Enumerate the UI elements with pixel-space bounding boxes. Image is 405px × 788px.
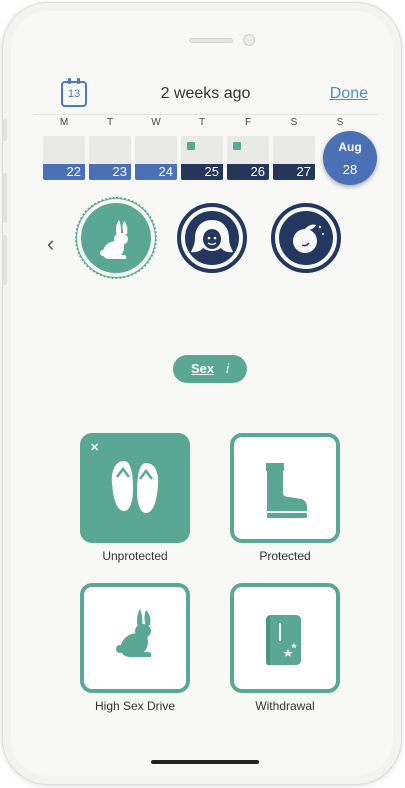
rabbit-icon — [100, 220, 128, 259]
rain-boot-icon — [266, 463, 307, 518]
book-icon — [266, 615, 301, 666]
day-date: 27 — [273, 164, 315, 180]
home-indicator[interactable] — [151, 760, 259, 764]
page-title: 2 weeks ago — [160, 85, 251, 102]
info-icon[interactable]: i — [226, 361, 229, 376]
flip-flops-icon — [111, 461, 159, 514]
day-letter: S — [336, 117, 344, 128]
day-saturday[interactable]: S 27 — [273, 117, 315, 181]
day-date: 24 — [135, 164, 177, 180]
option-label: High Sex Drive — [94, 699, 176, 713]
day-date: 23 — [89, 164, 131, 180]
day-monday[interactable]: M 22 — [43, 117, 85, 181]
selected-month: Aug — [338, 140, 362, 154]
day-letter: F — [244, 117, 252, 128]
day-letter: M — [59, 117, 69, 128]
volume-up-button — [3, 173, 7, 223]
category-symptoms[interactable] — [271, 203, 341, 273]
day-letter: T — [198, 117, 206, 128]
day-friday[interactable]: F 26 — [227, 117, 269, 181]
day-tuesday[interactable]: T 23 — [89, 117, 131, 181]
peach-icon — [293, 224, 324, 253]
day-wednesday[interactable]: W 24 — [135, 117, 177, 181]
day-box: 27 — [273, 136, 315, 180]
front-camera — [243, 34, 255, 46]
day-letter: S — [290, 117, 298, 128]
volume-down-button — [3, 235, 7, 285]
category-mood[interactable] — [177, 203, 247, 273]
hair-icon — [191, 220, 233, 253]
phone-frame: 13 2 weeks ago Done M 22 T 23 W 24 T 25 — [2, 2, 402, 785]
done-button[interactable]: Done — [330, 85, 368, 103]
section-label: Sex — [190, 361, 215, 376]
speaker-grille — [189, 38, 233, 43]
day-box: 22 — [43, 136, 85, 180]
logged-marker — [233, 142, 241, 150]
category-sex[interactable] — [75, 197, 157, 279]
option-high-sex-drive[interactable] — [80, 583, 190, 693]
option-protected[interactable] — [230, 433, 340, 543]
app-screen: 13 2 weeks ago Done M 22 T 23 W 24 T 25 — [33, 73, 378, 733]
day-box: 24 — [135, 136, 177, 180]
option-unprotected[interactable]: ✕ — [80, 433, 190, 543]
day-box: 26 — [227, 136, 269, 180]
day-letter: T — [106, 117, 114, 128]
option-label: Protected — [259, 549, 311, 563]
day-letter: W — [151, 117, 161, 128]
option-label: Withdrawal — [255, 699, 315, 713]
section-pill[interactable]: Sex i — [173, 355, 247, 383]
selected-day-bubble[interactable]: Aug 28 — [323, 131, 377, 185]
mute-switch — [3, 119, 7, 141]
top-bar: 13 2 weeks ago Done — [33, 73, 378, 115]
day-date: 22 — [43, 164, 85, 180]
day-box: 23 — [89, 136, 131, 180]
day-date: 25 — [181, 164, 223, 180]
day-date: 26 — [227, 164, 269, 180]
logged-marker — [187, 142, 195, 150]
chevron-left-icon[interactable]: ‹ — [47, 233, 54, 255]
selected-date: 28 — [342, 162, 358, 177]
option-label: Unprotected — [102, 549, 168, 563]
option-withdrawal[interactable] — [230, 583, 340, 693]
day-box: 25 — [181, 136, 223, 180]
rabbit-icon — [116, 609, 152, 657]
day-thursday[interactable]: T 25 — [181, 117, 223, 181]
